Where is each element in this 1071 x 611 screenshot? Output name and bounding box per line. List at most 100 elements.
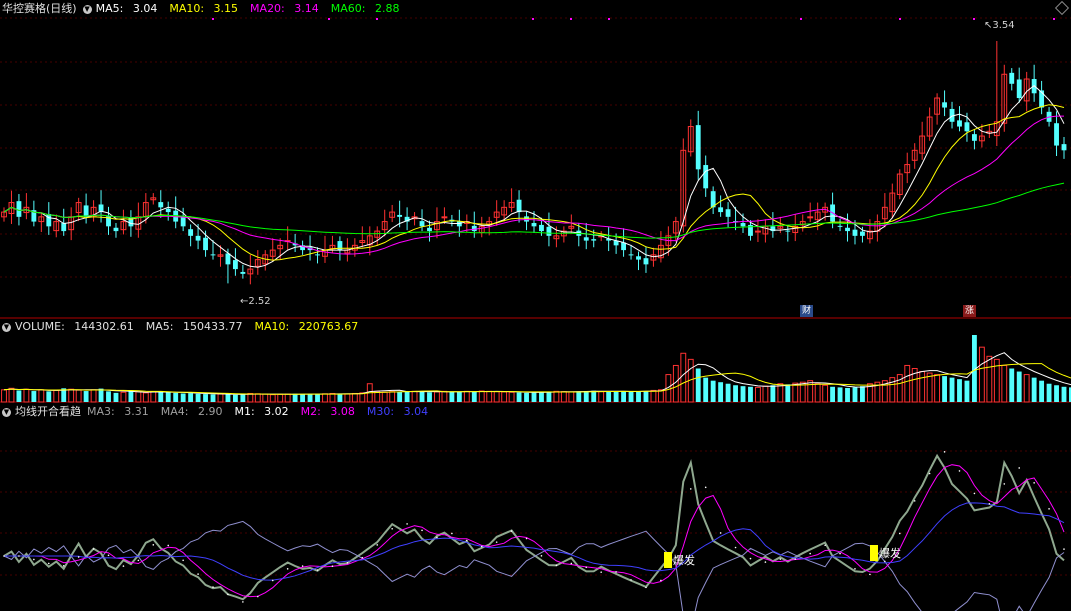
candle-body xyxy=(315,254,320,256)
stock-chart-canvas[interactable] xyxy=(0,0,1071,611)
volume-bar xyxy=(762,385,769,403)
volume-bar xyxy=(553,390,560,403)
m1-dot xyxy=(704,486,707,489)
volume-bar xyxy=(830,386,836,402)
m1-dot xyxy=(33,558,35,561)
m1-dot xyxy=(988,503,991,505)
volume-bar xyxy=(524,392,529,402)
m1-dot xyxy=(1018,467,1021,469)
m1-dot xyxy=(376,544,379,546)
volume-bar xyxy=(949,377,955,402)
limit-up-marker[interactable]: 涨 xyxy=(963,305,976,317)
candle-body xyxy=(591,239,597,241)
m1-dot xyxy=(197,573,199,575)
candle-body xyxy=(718,207,724,213)
volume-bar xyxy=(329,392,336,403)
volume-bar xyxy=(98,388,104,402)
candle-body xyxy=(852,229,858,236)
volume-bar xyxy=(8,387,15,403)
volume-bar xyxy=(919,371,926,403)
volume-bar xyxy=(173,392,179,402)
volume-bar xyxy=(591,390,597,402)
candle-body xyxy=(524,216,529,222)
m1-dot xyxy=(809,552,811,555)
m1-dot xyxy=(779,558,782,560)
m1-dot xyxy=(391,527,393,530)
volume-bar xyxy=(120,391,127,403)
event-dot xyxy=(376,18,378,20)
m1-dot xyxy=(689,488,692,490)
volume-bar xyxy=(733,385,738,402)
volume-bar xyxy=(493,391,500,403)
volume-bar xyxy=(643,391,649,402)
volume-bar xyxy=(650,389,657,403)
ma5-label: MA5: 3.04 xyxy=(95,2,158,15)
volume-bar xyxy=(852,387,858,402)
event-dot xyxy=(973,18,975,20)
volume-bar xyxy=(158,391,164,402)
ma3-label: MA3: 3.31 xyxy=(87,405,149,418)
volume-bar xyxy=(516,392,522,402)
m1-dot xyxy=(62,565,65,567)
candle-body xyxy=(539,224,544,232)
ma10-label: MA10: 3.15 xyxy=(169,2,239,15)
candle-body xyxy=(113,227,119,232)
volume-bar xyxy=(16,390,22,402)
m1-label: M1: 3.02 xyxy=(234,405,289,418)
low-price-label: ←2.52 xyxy=(240,296,271,307)
volume-bar xyxy=(539,391,544,402)
volume-bar xyxy=(740,386,746,402)
volume-bar xyxy=(957,379,962,402)
volume-bar xyxy=(165,392,171,402)
volume-toggle-icon[interactable]: ▼ xyxy=(2,322,11,332)
volume-bar xyxy=(628,391,634,402)
m1-dot xyxy=(943,451,946,453)
candle-body xyxy=(419,221,425,227)
m1-dot xyxy=(495,541,498,543)
volume-bar xyxy=(68,388,75,403)
candle-body xyxy=(83,205,89,217)
signal-label-1: 爆发 xyxy=(664,552,695,568)
volume-bar xyxy=(785,384,791,402)
m1-dot xyxy=(719,532,722,534)
m1-dot xyxy=(301,565,304,567)
volume-bar xyxy=(232,394,238,402)
volume-bar xyxy=(1016,371,1022,402)
m1-dot xyxy=(570,562,573,565)
volume-bar xyxy=(770,385,776,402)
ma10-line xyxy=(3,104,1065,261)
m1-dot xyxy=(854,568,856,570)
volume-bar xyxy=(748,386,753,402)
m1-dot xyxy=(510,530,513,532)
indicator-toggle-icon[interactable]: ▼ xyxy=(82,4,92,14)
candle-body xyxy=(785,230,791,232)
m1-dot xyxy=(18,555,20,557)
m1-dot xyxy=(182,559,184,562)
volume-bar xyxy=(501,391,508,403)
candle-body xyxy=(61,223,67,232)
m1-dot xyxy=(1033,482,1035,484)
m1-dot xyxy=(749,557,752,560)
m1-dot xyxy=(421,529,423,532)
volume-bar xyxy=(613,391,619,402)
indicator-panel-header: ▼ 均线开合看趋 MA3: 3.31 MA4: 2.90 M1: 3.02 M2… xyxy=(2,404,440,420)
volume-bar xyxy=(284,393,291,403)
volume-bar xyxy=(942,376,947,402)
volume-bar xyxy=(38,389,45,403)
volume-bar xyxy=(621,391,627,402)
m1-dot xyxy=(242,601,244,603)
m1-dot xyxy=(630,579,632,581)
m1-dot xyxy=(540,555,543,557)
m1-dot xyxy=(77,556,80,558)
m1-dot xyxy=(824,544,826,547)
financial-report-marker[interactable]: 财 xyxy=(800,305,813,317)
volume-bar xyxy=(404,391,410,402)
volume-bar xyxy=(106,391,111,402)
candle-body xyxy=(225,253,231,265)
indicator-panel-toggle-icon[interactable]: ▼ xyxy=(2,407,11,417)
candle-body xyxy=(695,125,701,170)
ma60-label: MA60: 2.88 xyxy=(330,2,400,15)
m2-label: M2: 3.08 xyxy=(300,405,355,418)
candle-body xyxy=(957,120,962,127)
volume-bar xyxy=(419,391,425,402)
